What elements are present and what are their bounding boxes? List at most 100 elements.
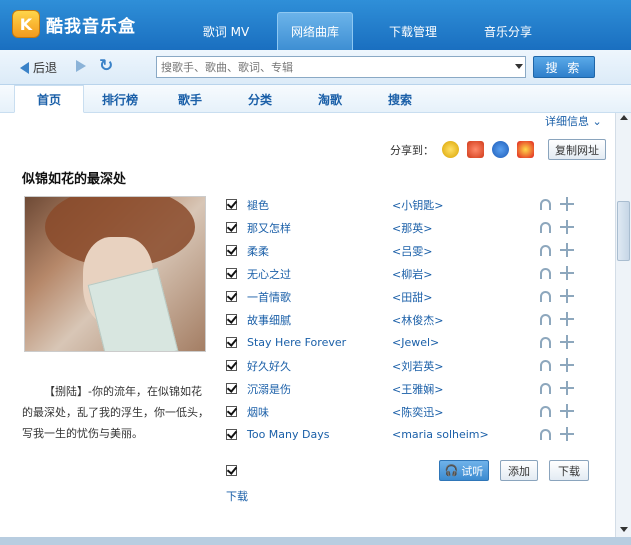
headphone-icon[interactable]	[540, 429, 551, 440]
song-name[interactable]: Stay Here Forever	[247, 336, 346, 349]
headphone-icon[interactable]	[540, 314, 551, 325]
tab-music-share[interactable]: 音乐分享	[463, 12, 553, 50]
song-row[interactable]: 褪色 <小钥匙>	[226, 193, 596, 216]
song-artist[interactable]: <田甜>	[392, 289, 432, 305]
song-artist[interactable]: <林俊杰>	[392, 312, 443, 328]
scroll-thumb[interactable]	[617, 201, 630, 261]
song-name[interactable]: 那又怎样	[247, 220, 291, 236]
headphone-icon[interactable]	[540, 406, 551, 417]
headphone-icon[interactable]	[540, 222, 551, 233]
share-renren-icon[interactable]	[467, 141, 484, 158]
song-row[interactable]: 一首情歌 <田甜>	[226, 285, 596, 308]
plus-icon[interactable]	[560, 312, 574, 326]
plus-icon[interactable]	[560, 220, 574, 234]
song-row[interactable]: 沉溺是伤 <王雅娴>	[226, 377, 596, 400]
song-artist[interactable]: <刘若英>	[392, 358, 443, 374]
headphone-icon[interactable]	[540, 383, 551, 394]
plus-icon[interactable]	[560, 381, 574, 395]
song-row[interactable]: 烟味 <陈奕迅>	[226, 400, 596, 423]
share-weibo-icon[interactable]	[517, 141, 534, 158]
song-name[interactable]: 沉溺是伤	[247, 381, 291, 397]
scroll-up-arrow-icon[interactable]	[620, 115, 628, 120]
subtab-discover[interactable]: 淘歌	[300, 85, 360, 113]
search-dropdown-icon[interactable]	[515, 64, 523, 69]
song-row[interactable]: 好久好久 <刘若英>	[226, 354, 596, 377]
plus-icon[interactable]	[560, 427, 574, 441]
download-link[interactable]: 下载	[226, 488, 248, 504]
back-button[interactable]: 后退	[20, 59, 57, 76]
album-panel: 详细信息 ⌄ 分享到： 复制网址 似锦如花的最深处 【捌陆】-你的流年，在似锦如…	[10, 113, 608, 537]
share-label: 分享到：	[390, 143, 434, 157]
plus-icon[interactable]	[560, 335, 574, 349]
add-button[interactable]: 添加	[500, 460, 538, 481]
song-artist[interactable]: <王雅娴>	[392, 381, 443, 397]
song-checkbox[interactable]	[226, 360, 237, 371]
song-checkbox[interactable]	[226, 222, 237, 233]
song-artist[interactable]: <那英>	[392, 220, 432, 236]
detail-info-link[interactable]: 详细信息 ⌄	[545, 113, 602, 129]
select-all-checkbox[interactable]	[226, 465, 237, 476]
song-name[interactable]: 无心之过	[247, 266, 291, 282]
song-artist[interactable]: <maria solheim>	[392, 428, 489, 441]
song-name[interactable]: 故事细腻	[247, 312, 291, 328]
share-kaixin-icon[interactable]	[492, 141, 509, 158]
song-row[interactable]: 无心之过 <柳岩>	[226, 262, 596, 285]
plus-icon[interactable]	[560, 289, 574, 303]
headphone-icon[interactable]	[540, 360, 551, 371]
song-name[interactable]: 好久好久	[247, 358, 291, 374]
tab-online-library[interactable]: 网络曲库	[277, 12, 353, 50]
song-name[interactable]: 褪色	[247, 197, 269, 213]
forward-arrow-icon[interactable]	[76, 60, 86, 72]
song-row[interactable]: Too Many Days <maria solheim>	[226, 423, 596, 446]
download-button[interactable]: 下载	[549, 460, 589, 481]
vertical-scrollbar[interactable]	[615, 113, 631, 537]
song-row[interactable]: Stay Here Forever <Jewel>	[226, 331, 596, 354]
detail-info-label: 详细信息	[545, 115, 589, 128]
song-checkbox[interactable]	[226, 314, 237, 325]
song-artist[interactable]: <Jewel>	[392, 336, 439, 349]
tab-download-manager[interactable]: 下载管理	[363, 12, 463, 50]
refresh-icon[interactable]: ↻	[99, 57, 117, 75]
search-input[interactable]	[157, 57, 507, 77]
scroll-down-arrow-icon[interactable]	[620, 527, 628, 532]
tab-lyrics-mv[interactable]: 歌词 MV	[185, 12, 267, 50]
song-checkbox[interactable]	[226, 268, 237, 279]
song-checkbox[interactable]	[226, 337, 237, 348]
subtab-search[interactable]: 搜索	[370, 85, 430, 113]
song-name[interactable]: 烟味	[247, 404, 269, 420]
headphone-icon[interactable]	[540, 268, 551, 279]
song-row[interactable]: 那又怎样 <那英>	[226, 216, 596, 239]
plus-icon[interactable]	[560, 243, 574, 257]
listen-button[interactable]: 🎧 试听	[439, 460, 489, 481]
song-artist[interactable]: <小钥匙>	[392, 197, 443, 213]
song-row[interactable]: 故事细腻 <林俊杰>	[226, 308, 596, 331]
plus-icon[interactable]	[560, 404, 574, 418]
song-name[interactable]: Too Many Days	[247, 428, 329, 441]
plus-icon[interactable]	[560, 266, 574, 280]
song-checkbox[interactable]	[226, 429, 237, 440]
song-row[interactable]: 柔柔 <吕雯>	[226, 239, 596, 262]
song-checkbox[interactable]	[226, 199, 237, 210]
song-name[interactable]: 柔柔	[247, 243, 269, 259]
song-checkbox[interactable]	[226, 291, 237, 302]
subtab-categories[interactable]: 分类	[230, 85, 290, 113]
song-checkbox[interactable]	[226, 406, 237, 417]
song-artist[interactable]: <柳岩>	[392, 266, 432, 282]
subtab-charts[interactable]: 排行榜	[90, 85, 150, 113]
headphone-icon[interactable]	[540, 337, 551, 348]
song-checkbox[interactable]	[226, 383, 237, 394]
song-artist[interactable]: <吕雯>	[392, 243, 432, 259]
song-artist[interactable]: <陈奕迅>	[392, 404, 443, 420]
share-qzone-icon[interactable]	[442, 141, 459, 158]
subtab-artists[interactable]: 歌手	[160, 85, 220, 113]
headphone-icon[interactable]	[540, 291, 551, 302]
plus-icon[interactable]	[560, 197, 574, 211]
search-button[interactable]: 搜 索	[533, 56, 595, 78]
subtab-home[interactable]: 首页	[14, 85, 84, 113]
copy-url-button[interactable]: 复制网址	[548, 139, 606, 160]
headphone-icon[interactable]	[540, 245, 551, 256]
song-checkbox[interactable]	[226, 245, 237, 256]
headphone-icon[interactable]	[540, 199, 551, 210]
song-name[interactable]: 一首情歌	[247, 289, 291, 305]
plus-icon[interactable]	[560, 358, 574, 372]
